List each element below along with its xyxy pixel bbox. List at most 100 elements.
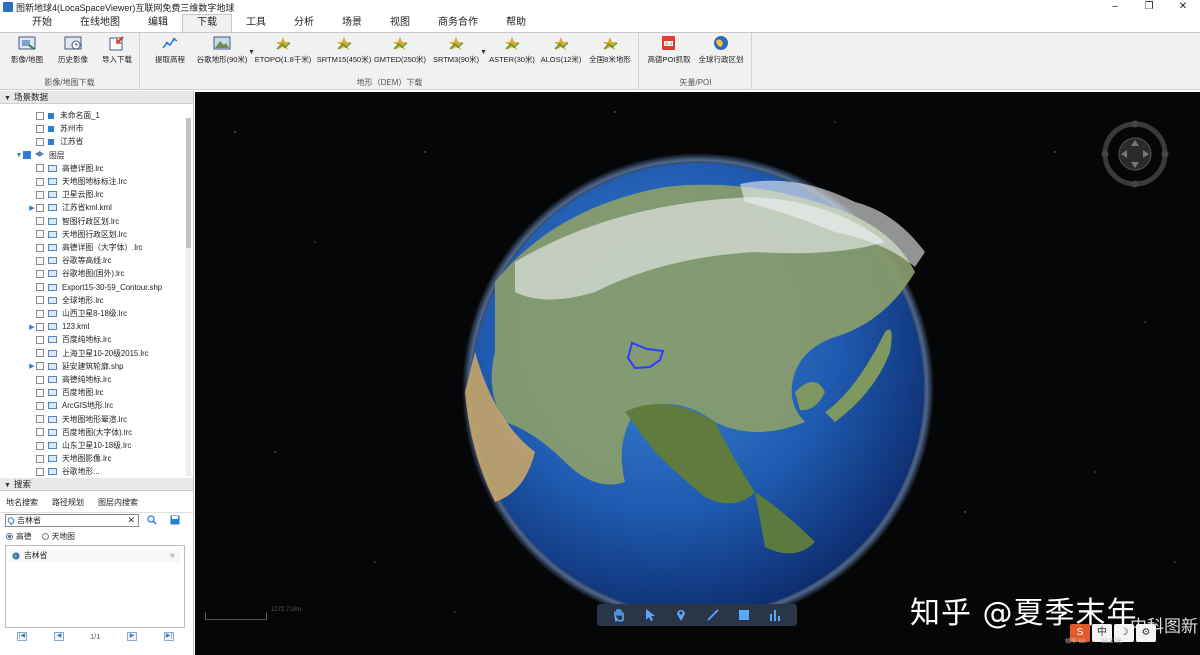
layer-checkbox[interactable] bbox=[36, 467, 44, 476]
layer-checkbox[interactable] bbox=[36, 164, 44, 173]
layer-checkbox[interactable] bbox=[36, 230, 44, 239]
china-8m-terrain-button[interactable]: 全国8米地形 bbox=[587, 35, 633, 69]
import-download-button[interactable]: 导入下载 bbox=[94, 35, 140, 69]
tree-item[interactable]: ▶ 江苏省kml.kml bbox=[0, 201, 112, 214]
tree-item[interactable]: 百度地图.lrc bbox=[0, 386, 104, 399]
last-page-button[interactable]: ▶| bbox=[164, 631, 174, 641]
layer-checkbox[interactable] bbox=[36, 454, 44, 463]
layer-checkbox[interactable] bbox=[36, 388, 44, 397]
layer-checkbox[interactable] bbox=[36, 296, 44, 305]
google-terrain-button[interactable]: 谷歌地形(90米) bbox=[197, 35, 247, 69]
layer-checkbox[interactable] bbox=[36, 269, 44, 278]
menu-item[interactable]: 下载 bbox=[182, 14, 232, 32]
history-imagery-button[interactable]: 历史影像 bbox=[50, 35, 96, 69]
layer-checkbox[interactable] bbox=[36, 401, 44, 410]
polygon-tool-icon[interactable] bbox=[735, 607, 753, 623]
layer-checkbox[interactable] bbox=[36, 203, 44, 212]
save-icon[interactable] bbox=[170, 515, 180, 525]
tree-item[interactable]: 高德详图.lrc bbox=[0, 162, 104, 175]
global-admin-button[interactable]: 全球行政区划 bbox=[698, 35, 744, 69]
pan-hand-icon[interactable] bbox=[610, 607, 628, 623]
menu-item[interactable]: 视图 bbox=[376, 14, 424, 32]
tree-item[interactable]: 天地图行政区划.lrc bbox=[0, 228, 127, 241]
layer-checkbox[interactable] bbox=[36, 217, 44, 226]
tree-item[interactable]: 江苏省 bbox=[0, 135, 83, 148]
tab-layer-search[interactable]: 图层内搜索 bbox=[98, 497, 138, 512]
alos-button[interactable]: ALOS(12米) bbox=[538, 35, 584, 69]
search-panel-header[interactable]: ▼ 搜索 bbox=[0, 478, 193, 491]
layer-checkbox[interactable] bbox=[36, 322, 44, 331]
srtm3-button[interactable]: SRTM3(90米) bbox=[433, 35, 479, 69]
expand-icon[interactable]: ▶ bbox=[28, 323, 36, 331]
result-item[interactable]: 吉林省 ★ bbox=[10, 550, 180, 562]
tree-item[interactable]: 苏州市 bbox=[0, 122, 83, 135]
line-tool-icon[interactable] bbox=[704, 607, 722, 623]
radio-amap[interactable]: 高德 bbox=[6, 531, 32, 542]
tree-item[interactable]: 高德详图（大字体）.lrc bbox=[0, 241, 143, 254]
menu-item[interactable]: 商务合作 bbox=[424, 14, 492, 32]
tree-item[interactable]: 卫星云图.lrc bbox=[0, 188, 104, 201]
tree-item[interactable]: 谷歌等高线.lrc bbox=[0, 254, 111, 267]
menu-item[interactable]: 工具 bbox=[232, 14, 280, 32]
layer-checkbox[interactable] bbox=[36, 243, 44, 252]
layer-checkbox[interactable] bbox=[36, 177, 44, 186]
tree-item[interactable]: 山东卫星10-18级.lrc bbox=[0, 439, 131, 452]
close-button[interactable]: ✕ bbox=[1166, 0, 1200, 14]
tree-item[interactable]: 谷歌地形... bbox=[0, 465, 100, 478]
favorite-star-icon[interactable]: ★ bbox=[169, 550, 176, 562]
menu-item[interactable]: 在线地图 bbox=[66, 14, 134, 32]
tree-item[interactable]: 百度纯地标.lrc bbox=[0, 333, 111, 346]
maximize-button[interactable]: ❐ bbox=[1132, 0, 1166, 14]
tree-item[interactable]: 上海卫星10-20级2015.lrc bbox=[0, 347, 149, 360]
menu-item[interactable]: 帮助 bbox=[492, 14, 540, 32]
tree-item[interactable]: 全球地形.lrc bbox=[0, 294, 104, 307]
layer-checkbox[interactable] bbox=[36, 349, 44, 358]
layer-checkbox[interactable] bbox=[36, 428, 44, 437]
tab-place-search[interactable]: 地名搜索 bbox=[6, 497, 38, 512]
layer-checkbox[interactable] bbox=[36, 362, 44, 371]
layer-checkbox[interactable] bbox=[36, 441, 44, 450]
tree-item[interactable]: 智图行政区划.lrc bbox=[0, 215, 119, 228]
tree-item[interactable]: ▶ 延安建筑轮廓.shp bbox=[0, 360, 123, 373]
imagery-map-button[interactable]: 影像/地图 bbox=[4, 35, 50, 69]
gmted-button[interactable]: GMTED(250米) bbox=[374, 35, 426, 69]
tree-item[interactable]: Export15-30-59_Contour.shp bbox=[0, 281, 162, 294]
layer-checkbox[interactable] bbox=[36, 309, 44, 318]
tree-item[interactable]: ▶ 123.kml bbox=[0, 320, 89, 333]
srtm15-button[interactable]: SRTM15(450米) bbox=[317, 35, 371, 69]
placemark-icon[interactable] bbox=[672, 607, 690, 623]
aster-button[interactable]: ASTER(30米) bbox=[489, 35, 535, 69]
menu-item[interactable]: 分析 bbox=[280, 14, 328, 32]
layer-checkbox[interactable] bbox=[36, 124, 44, 133]
minimize-button[interactable]: – bbox=[1098, 0, 1132, 14]
extract-elevation-button[interactable]: 提取高程 bbox=[147, 35, 193, 69]
layer-checkbox[interactable] bbox=[23, 151, 31, 160]
expand-icon[interactable]: ▼ bbox=[15, 152, 23, 159]
tree-item[interactable]: 未命名面_1 bbox=[0, 109, 100, 122]
etopo-button[interactable]: ETOPO(1.8千米) bbox=[255, 35, 311, 69]
layer-checkbox[interactable] bbox=[36, 375, 44, 384]
expand-icon[interactable]: ▶ bbox=[28, 362, 36, 370]
layer-checkbox[interactable] bbox=[36, 283, 44, 292]
tree-item[interactable]: ArcGIS地形.lrc bbox=[0, 399, 113, 412]
layer-checkbox[interactable] bbox=[36, 256, 44, 265]
tree-item[interactable]: 谷歌地图(国外).lrc bbox=[0, 267, 124, 280]
prev-page-button[interactable]: ◀ bbox=[54, 631, 64, 641]
tree-item[interactable]: 天地图地形晕渲.lrc bbox=[0, 413, 127, 426]
search-icon[interactable] bbox=[147, 515, 157, 525]
expand-icon[interactable]: ▶ bbox=[28, 204, 36, 212]
tree-item[interactable]: 山西卫星8-18级.lrc bbox=[0, 307, 127, 320]
tree-item[interactable]: 天地图地标标注.lrc bbox=[0, 175, 127, 188]
layer-checkbox[interactable] bbox=[36, 190, 44, 199]
menu-item[interactable]: 开始 bbox=[0, 14, 66, 32]
tree-item[interactable]: 百度地图(大字体).lrc bbox=[0, 426, 132, 439]
layer-checkbox[interactable] bbox=[36, 415, 44, 424]
measure-chart-icon[interactable] bbox=[766, 607, 784, 623]
scrollbar-thumb[interactable] bbox=[186, 118, 191, 248]
layer-checkbox[interactable] bbox=[36, 111, 44, 120]
next-page-button[interactable]: ▶ bbox=[127, 631, 137, 641]
menu-item[interactable]: 编辑 bbox=[134, 14, 182, 32]
tab-route-planning[interactable]: 路径规划 bbox=[52, 497, 84, 512]
scene-panel-header[interactable]: ▼ 场景数据 bbox=[0, 91, 193, 104]
search-input[interactable]: 吉林省 ✕ bbox=[5, 514, 139, 527]
